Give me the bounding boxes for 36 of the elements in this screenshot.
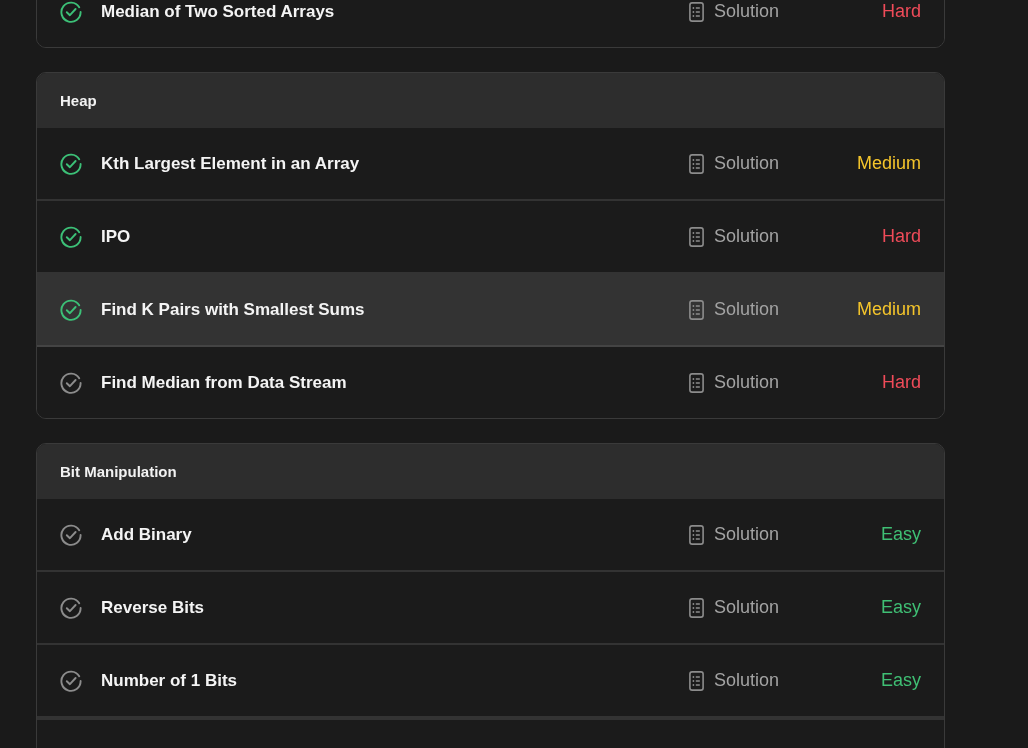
document-icon [689, 299, 704, 320]
solution-link[interactable]: Solution [689, 524, 849, 545]
difficulty-label: Medium [855, 299, 921, 320]
problem-title[interactable]: Number of 1 Bits [101, 670, 689, 691]
difficulty-label: Hard [881, 372, 921, 393]
problem-title[interactable]: Add Binary [101, 524, 689, 545]
document-icon [689, 524, 704, 545]
solution-link[interactable]: Solution [689, 1, 849, 22]
section-title: Bit Manipulation [60, 463, 177, 480]
solution-link[interactable]: Solution [689, 597, 849, 618]
difficulty-label: Medium [855, 153, 921, 174]
problem-title[interactable]: Kth Largest Element in an Array [101, 153, 689, 174]
document-icon [689, 153, 704, 174]
problem-row[interactable]: Median of Two Sorted Arrays Solution Hard [37, 0, 944, 47]
solution-link[interactable]: Solution [689, 372, 849, 393]
problem-title[interactable]: IPO [101, 226, 689, 247]
solution-link[interactable]: Solution [689, 226, 849, 247]
document-icon [689, 1, 704, 22]
section-title: Heap [60, 92, 97, 109]
problem-title[interactable]: Find K Pairs with Smallest Sums [101, 299, 689, 320]
solution-link[interactable]: Solution [689, 299, 849, 320]
document-icon [689, 226, 704, 247]
difficulty-label: Hard [881, 1, 921, 22]
solution-link[interactable]: Solution [689, 670, 849, 691]
problem-title[interactable]: Median of Two Sorted Arrays [101, 1, 689, 22]
document-icon [689, 597, 704, 618]
difficulty-label: Easy [879, 597, 921, 618]
difficulty-label: Hard [881, 226, 921, 247]
difficulty-label: Easy [879, 524, 921, 545]
problem-title[interactable]: Reverse Bits [101, 597, 689, 618]
problem-title[interactable]: Find Median from Data Stream [101, 372, 689, 393]
problem-row[interactable]: Find K Pairs with Smallest Sums Solution Medium [37, 274, 944, 347]
document-icon [689, 670, 704, 691]
solution-link[interactable]: Solution [689, 153, 849, 174]
document-icon [689, 372, 704, 393]
difficulty-label: Easy [879, 670, 921, 691]
